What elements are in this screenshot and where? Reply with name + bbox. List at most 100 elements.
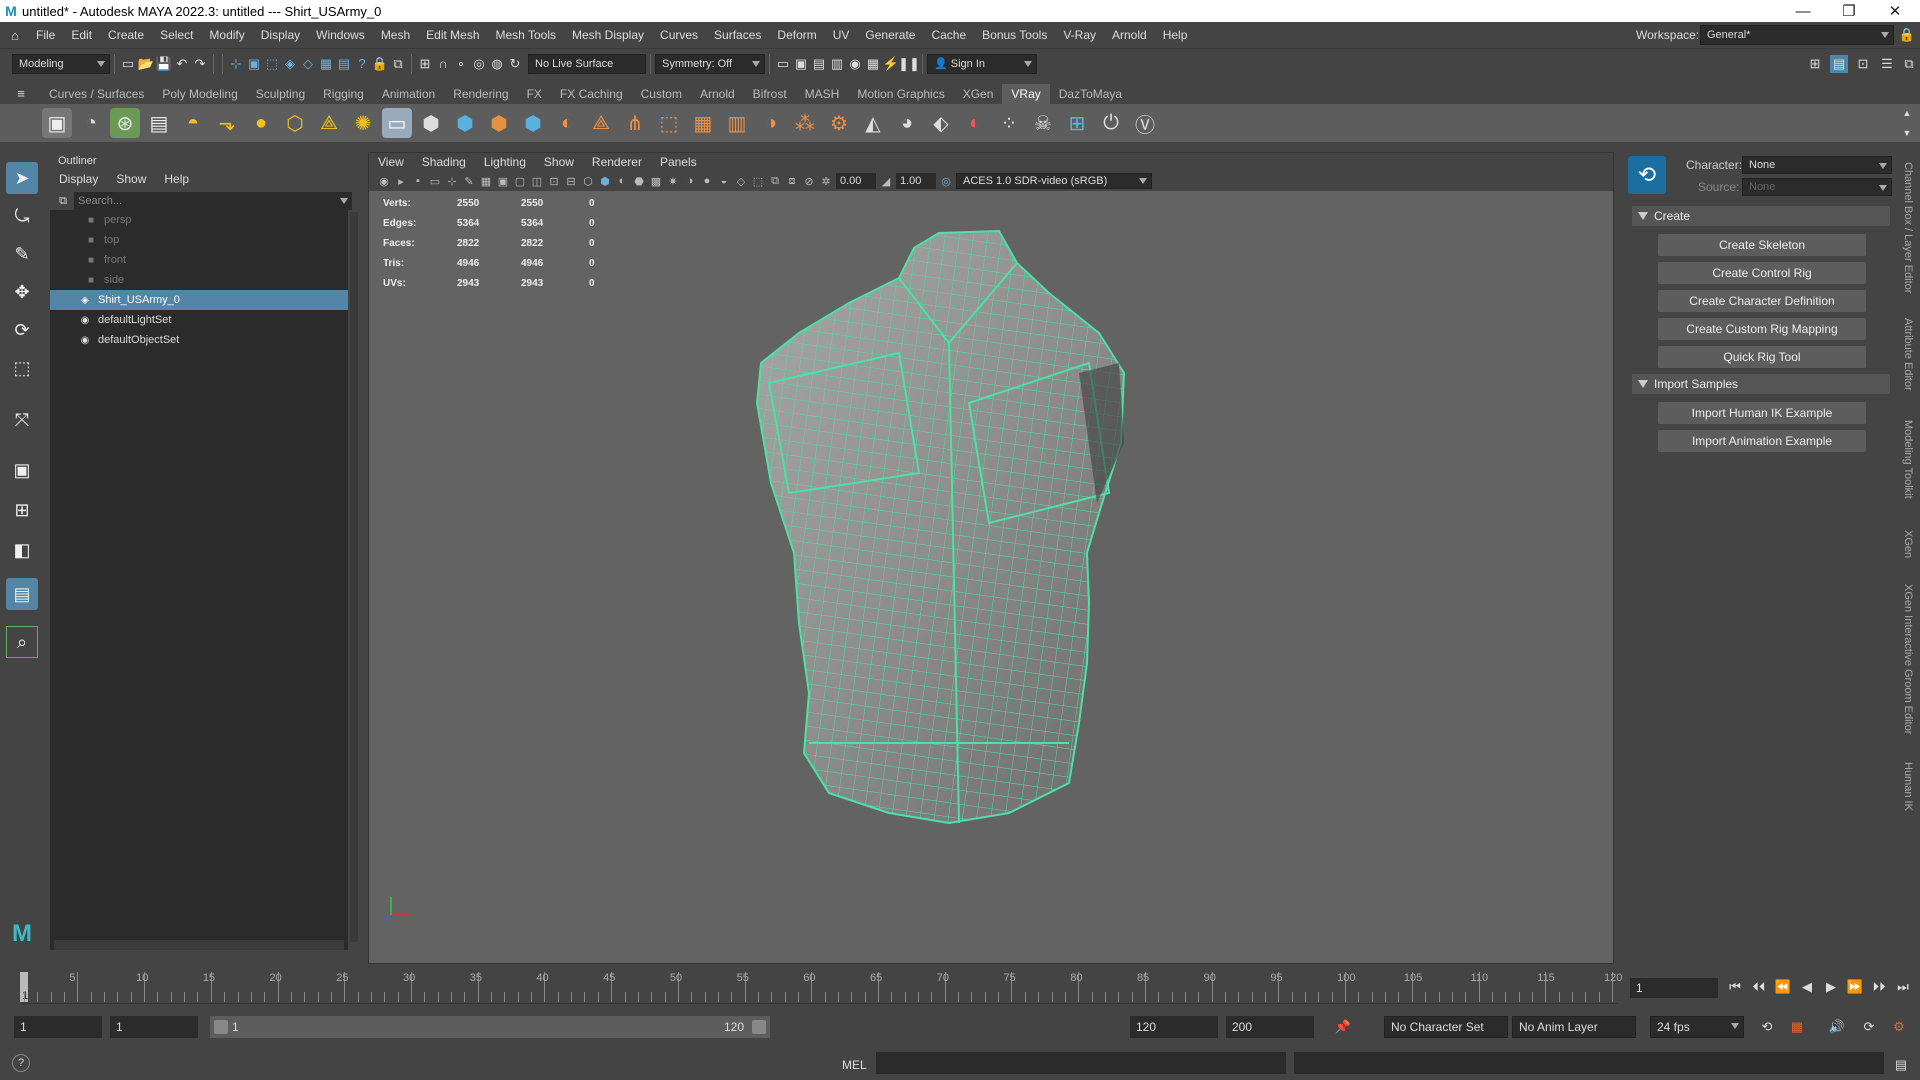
menu-mesh[interactable]: Mesh <box>373 28 418 42</box>
viewport-menu-view[interactable]: View <box>369 155 413 169</box>
image-plane-icon[interactable]: ▭ <box>428 174 442 188</box>
go-to-end-icon[interactable]: ⏭ <box>1894 978 1912 996</box>
lasso-tool-icon[interactable]: ⤿ <box>6 200 38 232</box>
menu-curves[interactable]: Curves <box>652 28 706 42</box>
select-vertex-icon[interactable]: ◈ <box>281 55 299 73</box>
snap-view-icon[interactable]: ◎ <box>470 55 488 73</box>
shelf-tab-motion-graphics[interactable]: Motion Graphics <box>848 84 953 104</box>
select-object-icon[interactable]: ▣ <box>245 55 263 73</box>
playback-start-field[interactable]: 1 <box>110 1016 198 1038</box>
vray-dome-icon[interactable]: ◔ <box>76 108 106 138</box>
pause-render-icon[interactable]: ❚❚ <box>898 55 920 73</box>
xray-components-icon[interactable]: ⊘ <box>802 174 816 188</box>
play-forwards-icon[interactable]: ▶ <box>1822 978 1840 996</box>
new-scene-icon[interactable]: ▭ <box>119 55 137 73</box>
grid-icon[interactable]: ▦ <box>479 174 493 188</box>
character-select[interactable]: None <box>1742 156 1892 174</box>
menu-cache[interactable]: Cache <box>923 28 974 42</box>
vray-object-properties-icon[interactable]: ⬚ <box>654 108 684 138</box>
vray-mesh-light-icon[interactable]: ⬡ <box>280 108 310 138</box>
vray-ies-light-icon[interactable]: ⟁ <box>314 108 344 138</box>
shelf-tab-animation[interactable]: Animation <box>373 84 444 104</box>
ipr-render-icon[interactable]: ▤ <box>810 55 828 73</box>
resolution-gate-icon[interactable]: ▢ <box>513 174 527 188</box>
vray-lightmix-icon[interactable]: ◕ <box>892 108 922 138</box>
filter-icon[interactable]: ⧉ <box>54 192 72 210</box>
go-to-start-icon[interactable]: ⏮ <box>1726 978 1744 996</box>
vray-export-icon[interactable]: ⬢ <box>518 108 548 138</box>
menu-v-ray[interactable]: V-Ray <box>1055 28 1104 42</box>
shelf-tab-arnold[interactable]: Arnold <box>691 84 744 104</box>
vray-box-icon[interactable]: ⬢ <box>484 108 514 138</box>
step-back-key-icon[interactable]: ⏴⏴ <box>1750 978 1768 996</box>
import-samples-section-header[interactable]: Import Samples <box>1632 374 1890 394</box>
sound-icon[interactable]: 🔊 <box>1828 1018 1846 1036</box>
last-tool-icon[interactable]: ⤧ <box>6 404 38 436</box>
xray-joints-icon[interactable]: ⧈ <box>785 174 799 188</box>
outliner-vscrollbar[interactable] <box>350 212 358 942</box>
shelf-tab-fx[interactable]: FX <box>518 84 551 104</box>
menu-uv[interactable]: UV <box>825 28 858 42</box>
viewport-menu-shading[interactable]: Shading <box>413 155 475 169</box>
viewport-menu-panels[interactable]: Panels <box>651 155 706 169</box>
shelf-tab-mash[interactable]: MASH <box>796 84 849 104</box>
vray-v-icon[interactable]: Ⓥ <box>1130 108 1160 138</box>
vray-grid-icon[interactable]: ▦ <box>688 108 718 138</box>
safe-action-icon[interactable]: ⊟ <box>564 174 578 188</box>
script-language-label[interactable]: MEL <box>842 1058 867 1072</box>
smooth-shade-icon[interactable]: ⬢ <box>598 174 612 188</box>
default-material-icon[interactable]: ◐ <box>615 174 629 188</box>
anim-layer-select[interactable]: No Anim Layer <box>1512 1016 1636 1038</box>
highlight-selection-icon[interactable]: ⧉ <box>389 55 407 73</box>
vray-scene-icon[interactable]: ⬢ <box>450 108 480 138</box>
toggle-attribute-editor-icon[interactable]: ▤ <box>1830 55 1848 73</box>
command-input[interactable] <box>876 1052 1286 1074</box>
snap-curve-icon[interactable]: ∩ <box>434 55 452 73</box>
color-management-icon[interactable]: ◎ <box>939 174 953 188</box>
create-custom-rig-mapping-button[interactable]: Create Custom Rig Mapping <box>1658 318 1866 340</box>
side-tab-xgen-interactive-groom-editor[interactable]: XGen Interactive Groom Editor <box>1902 584 1914 734</box>
toggle-channel-box-icon[interactable]: ☰ <box>1878 55 1896 73</box>
vray-plane-icon[interactable]: ▭ <box>382 108 412 138</box>
isolate-select-icon[interactable]: ⬚ <box>751 174 765 188</box>
vray-settings-icon[interactable]: ⚙ <box>824 108 854 138</box>
vray-fur-icon[interactable]: ▤ <box>144 108 174 138</box>
snap-surface-icon[interactable]: ◍ <box>488 55 506 73</box>
menu-edit-mesh[interactable]: Edit Mesh <box>418 28 487 42</box>
ambient-occlusion-icon[interactable]: ● <box>700 174 714 188</box>
time-ruler[interactable] <box>22 970 1618 1004</box>
step-back-frame-icon[interactable]: ⏪ <box>1774 978 1792 996</box>
shirt-mesh[interactable] <box>749 223 1149 863</box>
gate-mask-icon[interactable]: ◫ <box>530 174 544 188</box>
outliner-layout-icon[interactable]: ▤ <box>6 578 38 610</box>
playback-end-field[interactable]: 120 <box>1130 1016 1218 1038</box>
outliner-item[interactable]: ■ top <box>50 230 348 250</box>
help-icon[interactable]: ? <box>12 1054 30 1072</box>
menu-mesh-display[interactable]: Mesh Display <box>564 28 652 42</box>
range-bar[interactable]: 1 120 <box>210 1016 770 1038</box>
redo-icon[interactable]: ↷ <box>191 55 209 73</box>
create-skeleton-button[interactable]: Create Skeleton <box>1658 234 1866 256</box>
menu-select[interactable]: Select <box>152 28 201 42</box>
fps-select[interactable]: 24 fps <box>1650 1016 1744 1038</box>
home-icon[interactable]: ⌂ <box>6 26 24 44</box>
vray-mtl-icon[interactable]: ◐ <box>552 108 582 138</box>
script-editor-icon[interactable]: ▤ <box>1892 1056 1910 1074</box>
vray-render-elements-icon[interactable]: ⬖ <box>926 108 956 138</box>
lights-icon[interactable]: ✷ <box>666 174 680 188</box>
outliner-item[interactable]: ■ side <box>50 270 348 290</box>
vray-sphere-light-icon[interactable]: ● <box>246 108 276 138</box>
animation-start-field[interactable]: 1 <box>14 1016 102 1038</box>
wireframe-icon[interactable]: ⬡ <box>581 174 595 188</box>
shelf-tab-rendering[interactable]: Rendering <box>444 84 517 104</box>
snap-point-icon[interactable]: ∘ <box>452 55 470 73</box>
rotate-tool-icon[interactable]: ⟳ <box>6 314 38 346</box>
vray-proxy-icon[interactable]: ⬢ <box>416 108 446 138</box>
bookmark-icon[interactable]: ▪ <box>411 174 425 188</box>
outliner-menu-display[interactable]: Display <box>50 172 107 186</box>
vray-displacement-icon[interactable]: ⟁ <box>586 108 616 138</box>
vray-frame-buffer-icon[interactable]: ▦ <box>864 55 882 73</box>
motion-blur-icon[interactable]: ◒ <box>717 174 731 188</box>
outliner-menu-show[interactable]: Show <box>107 172 155 186</box>
animation-preferences-icon[interactable]: ⚙ <box>1890 1018 1908 1036</box>
